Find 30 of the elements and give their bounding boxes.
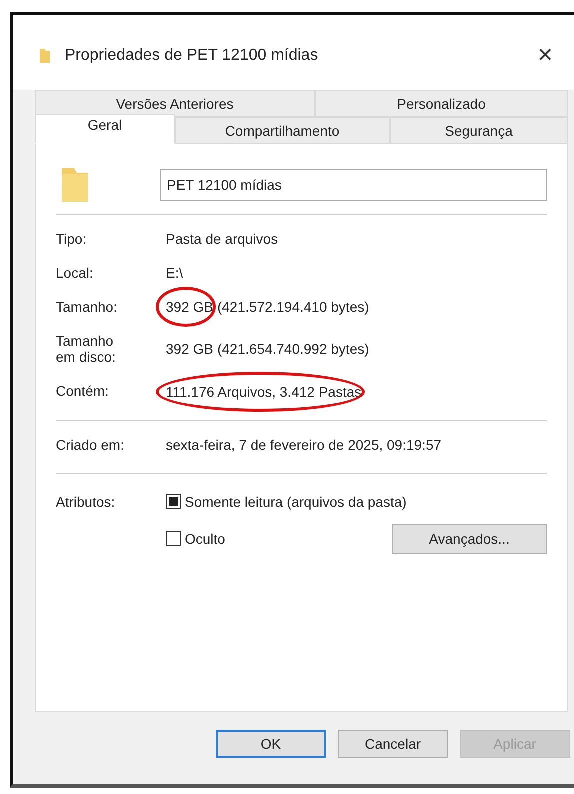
advanced-button[interactable]: Avançados... xyxy=(392,524,547,554)
property-value: 111.176 Arquivos, 3.412 Pastas xyxy=(166,384,362,400)
property-label: Tamanho: xyxy=(56,299,118,316)
property-value: sexta-feira, 7 de fevereiro de 2025, 09:19:57 xyxy=(166,436,442,453)
close-button[interactable]: ✕ xyxy=(531,41,560,70)
folder-icon xyxy=(60,166,90,204)
property-label: Contém: xyxy=(56,383,110,400)
property-value: E:\ xyxy=(166,265,184,282)
property-value: (421.572.194.410 bytes) xyxy=(217,299,370,316)
tab[interactable]: Segurança xyxy=(390,117,568,144)
property-label: Tipo: xyxy=(56,231,88,248)
tab[interactable]: Personalizado xyxy=(315,90,568,117)
folder-icon xyxy=(39,48,51,64)
tab[interactable]: Compartilhamento xyxy=(175,117,390,144)
tab[interactable]: Versões Anteriores xyxy=(35,90,315,117)
property-label: Tamanho em disco: xyxy=(56,333,117,366)
dialog-button[interactable]: Cancelar xyxy=(338,730,448,758)
checkbox[interactable]: Oculto xyxy=(166,530,226,547)
window-title: Propriedades de PET 12100 mídias xyxy=(65,46,320,64)
property-label: Atributos: xyxy=(56,494,116,512)
property-value: 392 GB xyxy=(166,341,214,358)
dialog-button[interactable]: OK xyxy=(216,730,326,758)
property-value: 392 GB xyxy=(166,299,214,316)
name-field[interactable]: PET 12100 mídias xyxy=(160,169,547,201)
property-label: Local: xyxy=(56,265,94,282)
property-value: (421.654.740.992 bytes) xyxy=(217,341,370,358)
property-value: Pasta de arquivos xyxy=(166,231,278,248)
tab[interactable]: Geral xyxy=(35,114,175,144)
property-label: Criado em: xyxy=(56,436,126,453)
checkbox[interactable]: Somente leitura (arquivos da pasta) xyxy=(166,494,407,510)
